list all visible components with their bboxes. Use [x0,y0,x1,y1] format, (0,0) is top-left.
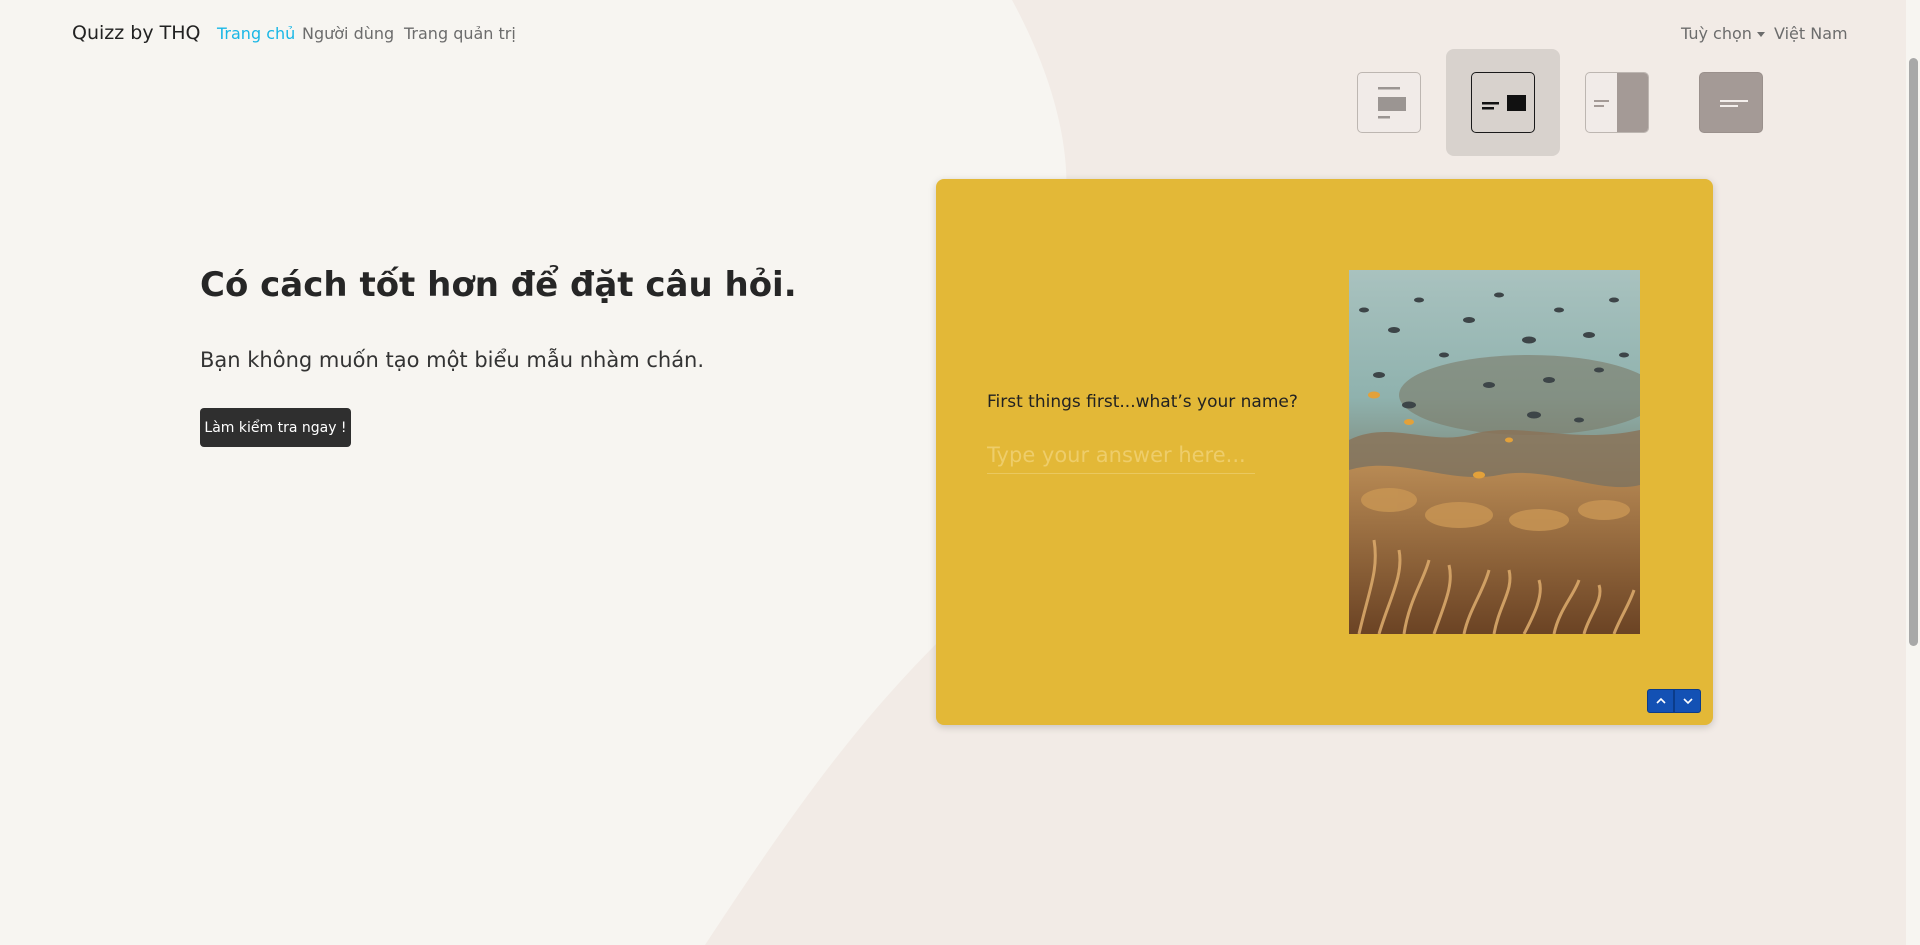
layout-option-split-right[interactable] [1471,72,1535,133]
chevron-up-icon [1655,697,1666,704]
layout-option-text-only[interactable] [1699,72,1763,133]
quiz-question: First things first...what’s your name? [987,392,1298,412]
coral-reef-photo [1349,270,1640,634]
start-quiz-button[interactable]: Làm kiểm tra ngay ! [200,408,351,447]
layout-stacked-icon [1378,87,1406,119]
question-nav-arrows [1647,689,1701,713]
layout-option-stacked[interactable] [1357,72,1421,133]
scrollbar-thumb[interactable] [1909,58,1918,646]
layout-image-panel-right-icon [1594,73,1648,132]
nav-link-users[interactable]: Người dùng [302,24,394,43]
options-dropdown-label: Tuỳ chọn [1681,24,1752,43]
brand-logo[interactable]: Quizz by THQ [72,22,200,44]
layout-text-only-icon [1720,100,1748,107]
quiz-preview-card: First things first...what’s your name? [936,179,1713,725]
layout-split-image-right-icon [1482,95,1526,111]
page-scrollbar[interactable] [1906,0,1920,945]
nav-link-home[interactable]: Trang chủ [217,24,295,43]
caret-down-icon [1756,32,1765,37]
chevron-down-icon [1682,698,1693,705]
navbar: Quizz by THQ Trang chủ Người dùng Trang … [0,0,1900,66]
options-dropdown[interactable]: Tuỳ chọn [1681,24,1765,43]
answer-input[interactable] [987,437,1255,474]
language-link[interactable]: Việt Nam [1774,24,1848,43]
next-question-button[interactable] [1674,689,1701,713]
layout-option-panel-right[interactable] [1585,72,1649,133]
hero-title: Có cách tốt hơn để đặt câu hỏi. [200,265,797,305]
nav-link-admin[interactable]: Trang quản trị [404,24,516,43]
previous-question-button[interactable] [1647,689,1674,713]
hero-subtitle: Bạn không muốn tạo một biểu mẫu nhàm chá… [200,348,705,372]
